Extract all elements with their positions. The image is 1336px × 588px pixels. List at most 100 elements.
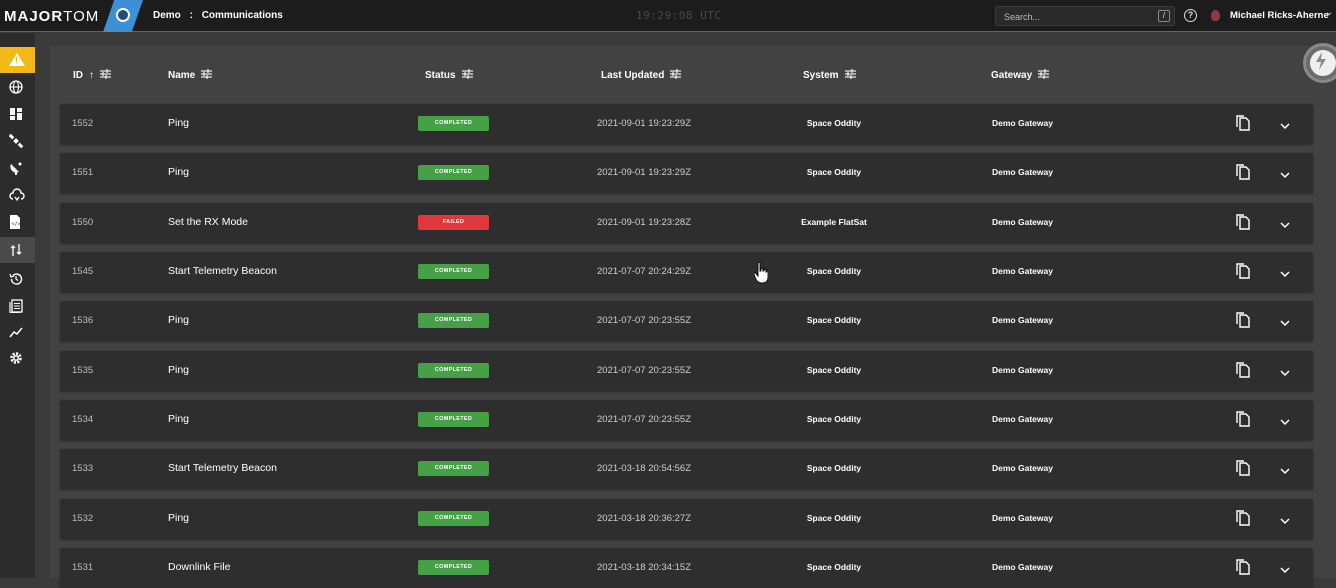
- transfer-icon[interactable]: [0, 237, 35, 263]
- command-id: 1535: [72, 365, 94, 376]
- chart-icon[interactable]: [0, 319, 35, 345]
- table-row[interactable]: 1536 Ping COMPLETED 2021-07-07 20:23:55Z…: [60, 301, 1313, 341]
- filter-icon[interactable]: [201, 69, 213, 82]
- copy-icon[interactable]: [1236, 362, 1250, 383]
- chevron-down-icon[interactable]: [1280, 364, 1290, 382]
- copy-icon[interactable]: [1236, 510, 1250, 531]
- copy-icon[interactable]: [1236, 115, 1250, 136]
- user-name[interactable]: Michael Ricks-Aherne: [1230, 10, 1329, 21]
- column-header-gateway[interactable]: Gateway: [991, 69, 1050, 82]
- alert-icon[interactable]: [0, 47, 35, 73]
- system-name: Space Oddity: [806, 513, 862, 523]
- chevron-down-icon[interactable]: [1280, 216, 1290, 234]
- cloud-sync-icon[interactable]: [0, 182, 35, 208]
- gateway-name: Demo Gateway: [992, 562, 1053, 572]
- satellite-icon[interactable]: [0, 128, 35, 154]
- table-row[interactable]: 1533 Start Telemetry Beacon COMPLETED 20…: [60, 449, 1313, 489]
- command-name: Start Telemetry Beacon: [168, 462, 277, 474]
- status-badge: COMPLETED: [418, 313, 489, 328]
- copy-icon[interactable]: [1236, 312, 1250, 333]
- chevron-down-icon[interactable]: [1280, 462, 1290, 480]
- gateway-name: Demo Gateway: [992, 315, 1053, 325]
- dashboard-icon[interactable]: [0, 101, 35, 127]
- gateway-name: Demo Gateway: [992, 118, 1053, 128]
- gateway-name: Demo Gateway: [992, 217, 1053, 227]
- copy-icon[interactable]: [1236, 460, 1250, 481]
- filter-icon[interactable]: [844, 69, 856, 82]
- chevron-down-icon[interactable]: ⌄: [1325, 7, 1333, 18]
- chevron-down-icon[interactable]: [1280, 117, 1290, 135]
- table-row[interactable]: 1550 Set the RX Mode FAILED 2021-09-01 1…: [60, 203, 1313, 243]
- column-header-status[interactable]: Status: [425, 69, 473, 82]
- filter-icon[interactable]: [461, 69, 473, 82]
- chevron-down-icon[interactable]: [1280, 413, 1290, 431]
- table-row[interactable]: 1532 Ping COMPLETED 2021-03-18 20:36:27Z…: [60, 499, 1313, 539]
- breadcrumb-page: Communications: [201, 10, 283, 21]
- filter-icon[interactable]: [100, 69, 111, 82]
- gateway-name: Demo Gateway: [992, 167, 1053, 177]
- last-updated: 2021-07-07 20:23:55Z: [597, 365, 692, 376]
- utc-clock: 19:29:08 UTC: [636, 9, 722, 22]
- breadcrumb-mission[interactable]: Demo: [153, 10, 181, 21]
- copy-icon[interactable]: [1236, 164, 1250, 185]
- table-row[interactable]: 1535 Ping COMPLETED 2021-07-07 20:23:55Z…: [60, 351, 1313, 391]
- script-icon[interactable]: </>: [0, 209, 35, 235]
- status-badge: COMPLETED: [418, 412, 489, 427]
- lightning-bolt-button[interactable]: [1303, 43, 1336, 83]
- status-badge: FAILED: [418, 215, 489, 230]
- status-badge: COMPLETED: [418, 560, 489, 575]
- command-name: Ping: [168, 117, 190, 129]
- chevron-down-icon[interactable]: [1280, 561, 1290, 579]
- chevron-down-icon[interactable]: [1280, 166, 1290, 184]
- globe-icon[interactable]: [0, 74, 35, 100]
- chevron-down-icon[interactable]: [1280, 265, 1290, 283]
- gear-icon[interactable]: [0, 345, 35, 371]
- chevron-down-icon[interactable]: [1280, 314, 1290, 332]
- arrow-up-icon[interactable]: ↑: [89, 70, 94, 81]
- column-header-id[interactable]: ID ↑: [73, 69, 111, 82]
- document-icon[interactable]: [0, 293, 35, 319]
- chevron-down-icon[interactable]: [1280, 512, 1290, 530]
- filter-icon[interactable]: [1038, 69, 1050, 82]
- command-id: 1552: [72, 118, 94, 129]
- search-box[interactable]: /: [995, 6, 1175, 26]
- ground-station-icon[interactable]: [0, 155, 35, 181]
- breadcrumb-separator: :: [189, 10, 193, 21]
- table-row[interactable]: 1531 Downlink File COMPLETED 2021-03-18 …: [60, 548, 1313, 588]
- table-row[interactable]: 1545 Start Telemetry Beacon COMPLETED 20…: [60, 252, 1313, 292]
- copy-icon[interactable]: [1236, 411, 1250, 432]
- system-name: Space Oddity: [806, 365, 862, 375]
- search-input[interactable]: [996, 8, 1146, 26]
- help-icon[interactable]: ?: [1184, 9, 1197, 22]
- copy-icon[interactable]: [1236, 214, 1250, 235]
- column-header-last-updated[interactable]: Last Updated: [601, 69, 682, 82]
- gateway-name: Demo Gateway: [992, 365, 1053, 375]
- app-logo[interactable]: MAJORTOM: [4, 8, 99, 25]
- command-id: 1532: [72, 513, 94, 524]
- command-id: 1545: [72, 266, 94, 277]
- column-header-name[interactable]: Name: [168, 69, 213, 82]
- status-badge: COMPLETED: [418, 264, 489, 279]
- lightning-bolt-icon: [1316, 52, 1326, 70]
- history-icon[interactable]: [0, 266, 35, 292]
- table-row[interactable]: 1551 Ping COMPLETED 2021-09-01 19:23:29Z…: [60, 153, 1313, 193]
- breadcrumb: Demo : Communications: [153, 10, 289, 21]
- table-row[interactable]: 1534 Ping COMPLETED 2021-07-07 20:23:55Z…: [60, 400, 1313, 440]
- copy-icon[interactable]: [1236, 263, 1250, 284]
- table-row[interactable]: 1552 Ping COMPLETED 2021-09-01 19:23:29Z…: [60, 104, 1313, 144]
- column-header-system[interactable]: System: [803, 69, 856, 82]
- filter-icon[interactable]: [670, 69, 682, 82]
- astronaut-helmet-icon[interactable]: [103, 0, 143, 32]
- status-badge: COMPLETED: [418, 165, 489, 180]
- gateway-name: Demo Gateway: [992, 266, 1053, 276]
- system-name: Space Oddity: [806, 414, 862, 424]
- svg-text:</>: </>: [12, 222, 21, 228]
- gateway-name: Demo Gateway: [992, 463, 1053, 473]
- command-id: 1531: [72, 562, 94, 573]
- search-shortcut-key: /: [1158, 10, 1170, 22]
- status-badge: COMPLETED: [418, 511, 489, 526]
- hand-cursor-icon: [753, 261, 769, 289]
- avatar[interactable]: [1211, 10, 1220, 21]
- copy-icon[interactable]: [1236, 559, 1250, 580]
- command-name: Ping: [168, 166, 190, 178]
